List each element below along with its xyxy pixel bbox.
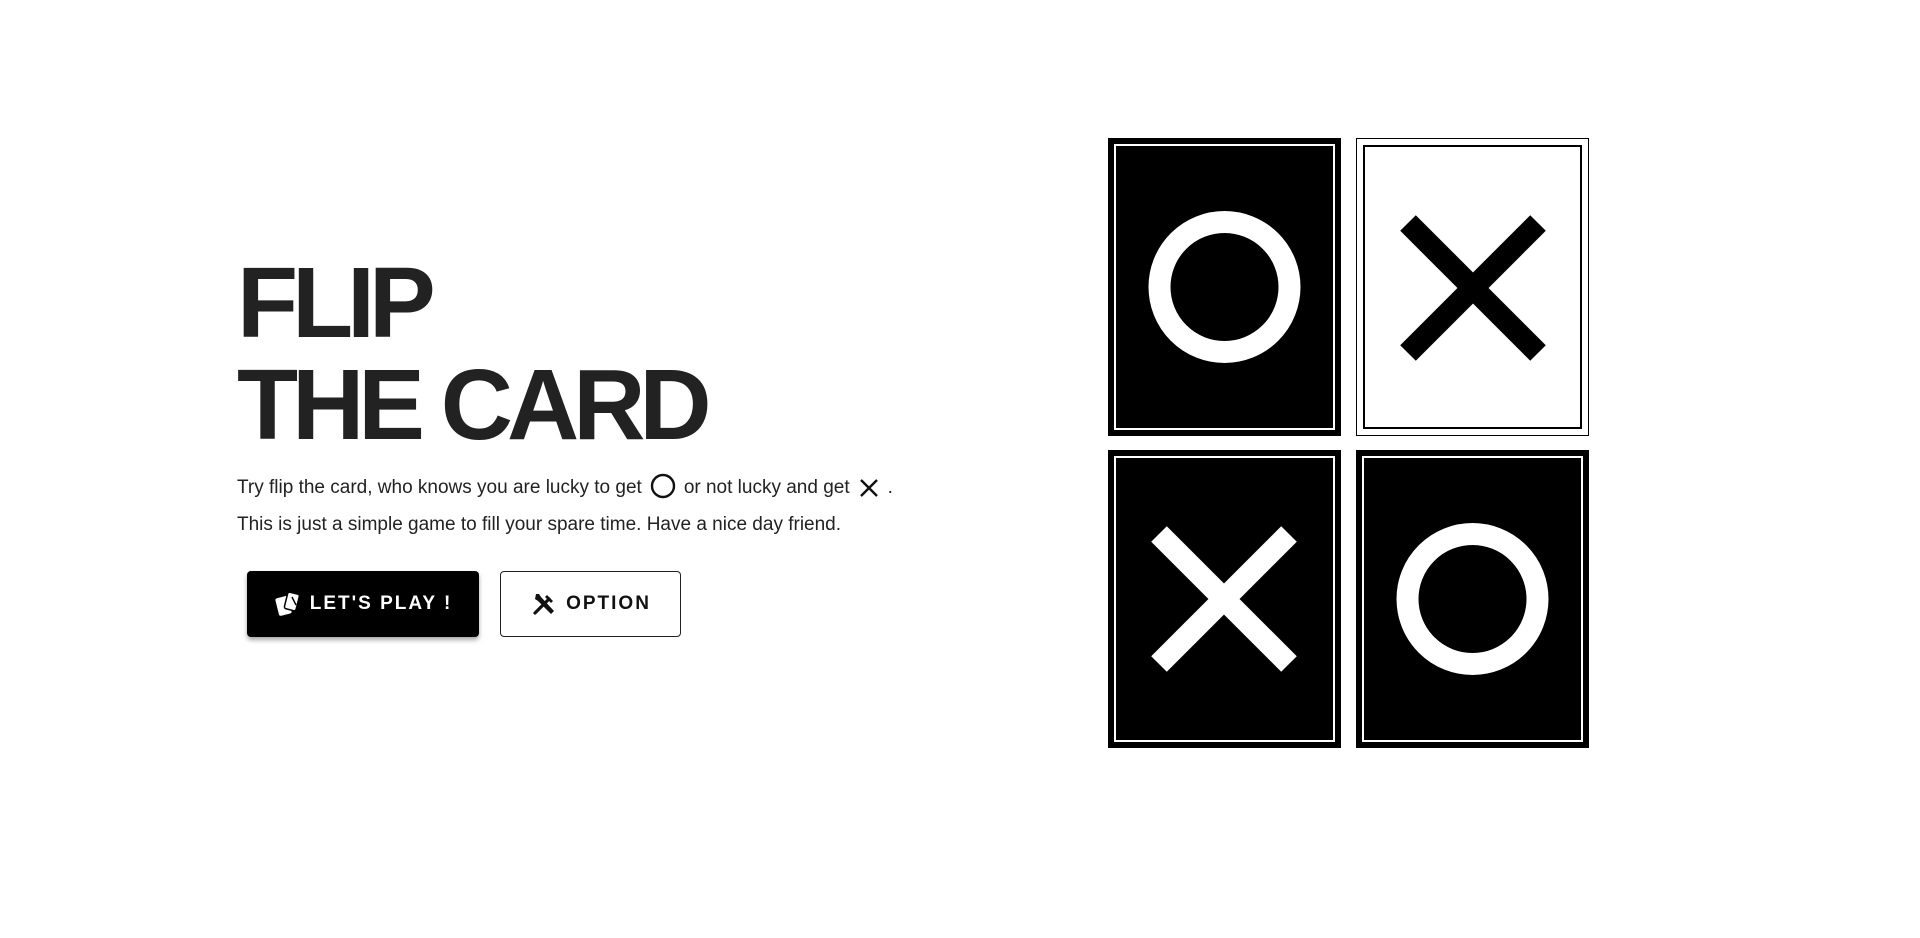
tools-icon <box>530 590 558 618</box>
cards-icon <box>274 591 302 617</box>
description: Try flip the card, who knows you are luc… <box>237 472 997 540</box>
circle-icon <box>650 473 676 509</box>
description-line-1: Try flip the card, who knows you are luc… <box>237 472 997 509</box>
description-text-2: or not lucky and get <box>683 477 850 498</box>
description-text-1: Try flip the card, who knows you are luc… <box>237 477 642 498</box>
circle-icon <box>1396 523 1549 675</box>
circle-icon <box>1148 211 1301 363</box>
page: FLIP THE CARD Try flip the card, who kno… <box>0 0 1920 938</box>
card-2[interactable] <box>1356 138 1589 436</box>
cross-icon <box>1151 526 1297 672</box>
title-line-1: FLIP <box>237 247 436 359</box>
cross-icon <box>858 477 880 509</box>
lets-play-button[interactable]: LET'S PLAY ! <box>247 571 479 637</box>
option-label: OPTION <box>566 593 651 614</box>
card-1[interactable] <box>1108 138 1341 436</box>
cross-icon <box>1400 215 1546 361</box>
card-grid <box>1108 138 1589 748</box>
button-group: LET'S PLAY ! OPTION <box>247 571 997 637</box>
description-text-3: . <box>887 477 893 498</box>
hero-section: FLIP THE CARD Try flip the card, who kno… <box>237 252 997 637</box>
option-button[interactable]: OPTION <box>500 571 681 637</box>
description-line-2: This is just a simple game to fill your … <box>237 514 842 535</box>
card-3[interactable] <box>1108 450 1341 748</box>
page-title: FLIP THE CARD <box>237 252 997 456</box>
card-4[interactable] <box>1356 450 1589 748</box>
lets-play-label: LET'S PLAY ! <box>309 593 453 614</box>
title-line-2: THE CARD <box>237 349 712 461</box>
